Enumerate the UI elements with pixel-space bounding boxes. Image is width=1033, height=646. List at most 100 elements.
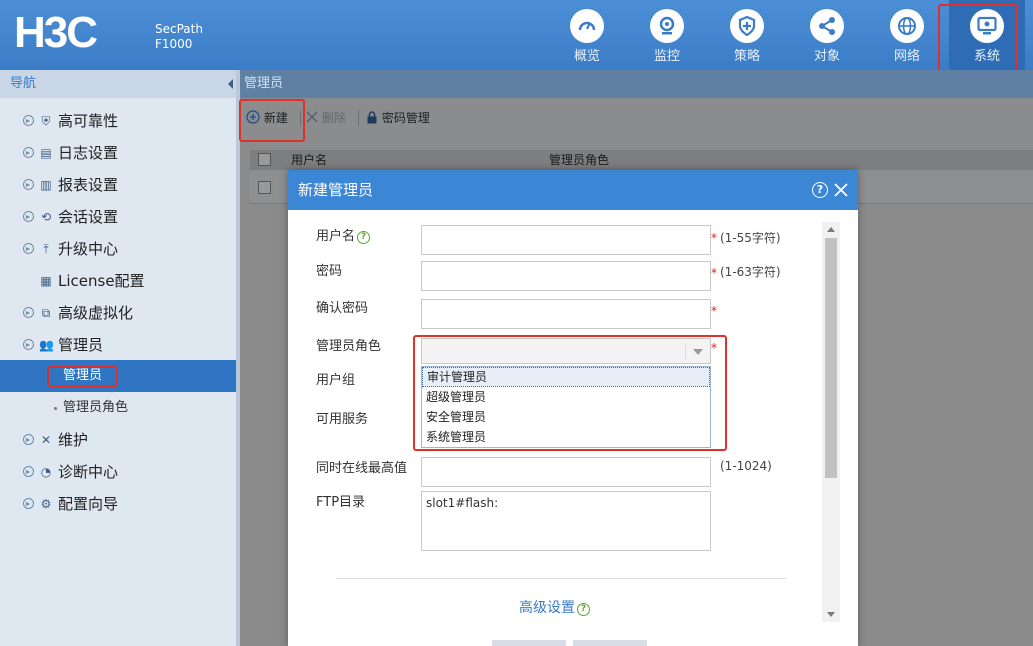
share-nodes-icon (810, 9, 844, 43)
required-mark: * (711, 341, 717, 355)
select-all-checkbox[interactable] (258, 153, 271, 166)
delete-x-icon (306, 111, 318, 123)
license-icon: ▦ (40, 274, 52, 288)
scrollbar-thumb[interactable] (825, 238, 837, 478)
nav-item-label: 日志设置 (58, 144, 119, 162)
dialog-scrollbar[interactable] (822, 222, 840, 622)
advanced-settings-label: 高级设置 (519, 600, 575, 616)
report-icon: ▥ (40, 178, 52, 192)
username-label: 用户名 (316, 229, 356, 244)
module-label: 对象 (813, 49, 840, 64)
toolbar: 新建 删除 密码管理 (240, 98, 1033, 138)
nav-title: 导航 (0, 70, 236, 98)
new-button[interactable]: 新建 (246, 110, 288, 126)
role-option-audit[interactable]: 审计管理员 (422, 367, 710, 387)
top-header: H3C SecPath F1000 概览 监控 策略 对象 网络 系统 (0, 0, 1033, 70)
users-icon: 👥 (39, 338, 54, 352)
dialog-title: 新建管理员 (288, 170, 858, 210)
chevron-down-icon[interactable] (693, 349, 703, 355)
expand-arrow-icon[interactable] (23, 498, 34, 509)
module-system[interactable]: 系统 (949, 0, 1025, 70)
nav-item-label: 升级中心 (58, 240, 119, 258)
required-mark: * (711, 231, 717, 245)
admin-role-label: 管理员角色 (316, 339, 382, 354)
nav-item-label: License配置 (58, 272, 145, 290)
expand-arrow-icon[interactable] (23, 339, 34, 350)
nav-item-log-settings[interactable]: ▤ 日志设置 (0, 138, 236, 168)
module-overview[interactable]: 概览 (549, 0, 625, 70)
nav-item-label: 维护 (58, 431, 89, 449)
help-icon[interactable]: ? (812, 182, 828, 198)
username-input[interactable] (421, 225, 711, 255)
nav-item-virtualization[interactable]: ⧉ 高级虚拟化 (0, 298, 236, 328)
admin-role-select[interactable] (421, 338, 711, 364)
help-question-icon[interactable]: ? (357, 231, 371, 244)
table-header: 用户名 管理员角色 (250, 150, 1033, 170)
max-online-hint: (1-1024) (720, 459, 772, 473)
role-option-security[interactable]: 安全管理员 (422, 407, 710, 427)
upload-icon: ⤒ (43, 242, 49, 256)
password-input[interactable] (421, 261, 711, 291)
nav-subitem-admin-roles[interactable]: 管理员角色 (0, 392, 236, 424)
collapse-sidebar-icon[interactable] (226, 70, 236, 98)
help-question-icon[interactable]: ? (577, 603, 590, 616)
nav-item-license[interactable]: ▦ License配置 (0, 266, 236, 296)
webcam-icon (650, 9, 684, 43)
nav-item-session-settings[interactable]: ⟲ 会话设置 (0, 202, 236, 232)
plus-circle-icon (246, 110, 260, 124)
row-checkbox[interactable] (258, 181, 271, 194)
select-divider (685, 343, 686, 360)
role-option-system[interactable]: 系统管理员 (422, 427, 710, 447)
module-objects[interactable]: 对象 (789, 0, 865, 70)
cancel-button[interactable] (573, 640, 647, 646)
expand-arrow-icon[interactable] (23, 434, 34, 445)
nav-item-high-availability[interactable]: ⛨ 高可靠性 (0, 106, 236, 136)
column-admin-role[interactable]: 管理员角色 (549, 150, 609, 170)
expand-arrow-icon[interactable] (23, 243, 34, 254)
max-online-input[interactable] (421, 457, 711, 487)
ok-button[interactable] (492, 640, 566, 646)
expand-arrow-icon[interactable] (23, 115, 34, 126)
advanced-settings-link[interactable]: 高级设置? (519, 597, 590, 617)
lock-icon (367, 111, 377, 124)
close-icon[interactable] (832, 181, 850, 199)
nav-item-diagnostics[interactable]: ◔ 诊断中心 (0, 457, 236, 487)
required-mark: * (711, 266, 717, 280)
expand-arrow-icon[interactable] (23, 179, 34, 190)
module-monitor[interactable]: 监控 (629, 0, 705, 70)
delete-button[interactable]: 删除 (306, 110, 346, 126)
module-policy[interactable]: 策略 (709, 0, 785, 70)
nav-sidebar: 导航 ⛨ 高可靠性 ▤ 日志设置 ▥ 报表设置 ⟲ 会话设置 ⤒ 升级中心 ▦ … (0, 70, 236, 646)
admin-role-dropdown: 审计管理员 超级管理员 安全管理员 系统管理员 (421, 366, 711, 448)
gauge-icon (570, 9, 604, 43)
nav-item-config-wizard[interactable]: ⚙ 配置向导 (0, 489, 236, 519)
ftp-dir-textarea[interactable]: slot1#flash: (421, 491, 711, 551)
expand-arrow-icon[interactable] (23, 211, 34, 222)
h3c-logo: H3C (14, 8, 98, 57)
nav-item-label: 高可靠性 (58, 112, 119, 130)
module-network[interactable]: 网络 (869, 0, 945, 70)
nav-item-upgrade-center[interactable]: ⤒ 升级中心 (0, 234, 236, 264)
nav-item-label: 诊断中心 (58, 463, 119, 481)
nav-item-label: 管理员 (58, 336, 104, 354)
nav-item-label: 报表设置 (58, 176, 119, 194)
password-management-button[interactable]: 密码管理 (366, 110, 430, 126)
role-option-super[interactable]: 超级管理员 (422, 387, 710, 407)
nav-subitem-administrator[interactable]: 管理员 (0, 360, 236, 392)
nav-item-administrators[interactable]: 👥 管理员 (0, 330, 236, 360)
shield-icon: ⛨ (41, 114, 51, 128)
nav-item-maintenance[interactable]: ✕ 维护 (0, 425, 236, 455)
scroll-down-icon[interactable] (827, 612, 835, 617)
shield-plus-icon (730, 9, 764, 43)
toolbar-separator (358, 110, 359, 126)
column-username[interactable]: 用户名 (291, 150, 327, 170)
username-hint: (1-55字符) (720, 231, 781, 245)
confirm-password-input[interactable] (421, 299, 711, 329)
expand-arrow-icon[interactable] (23, 466, 34, 477)
available-services-label: 可用服务 (316, 412, 369, 427)
scroll-up-icon[interactable] (827, 227, 835, 232)
expand-arrow-icon[interactable] (23, 307, 34, 318)
expand-arrow-icon[interactable] (23, 147, 34, 158)
diagnose-icon: ◔ (40, 465, 52, 479)
nav-item-report-settings[interactable]: ▥ 报表设置 (0, 170, 236, 200)
